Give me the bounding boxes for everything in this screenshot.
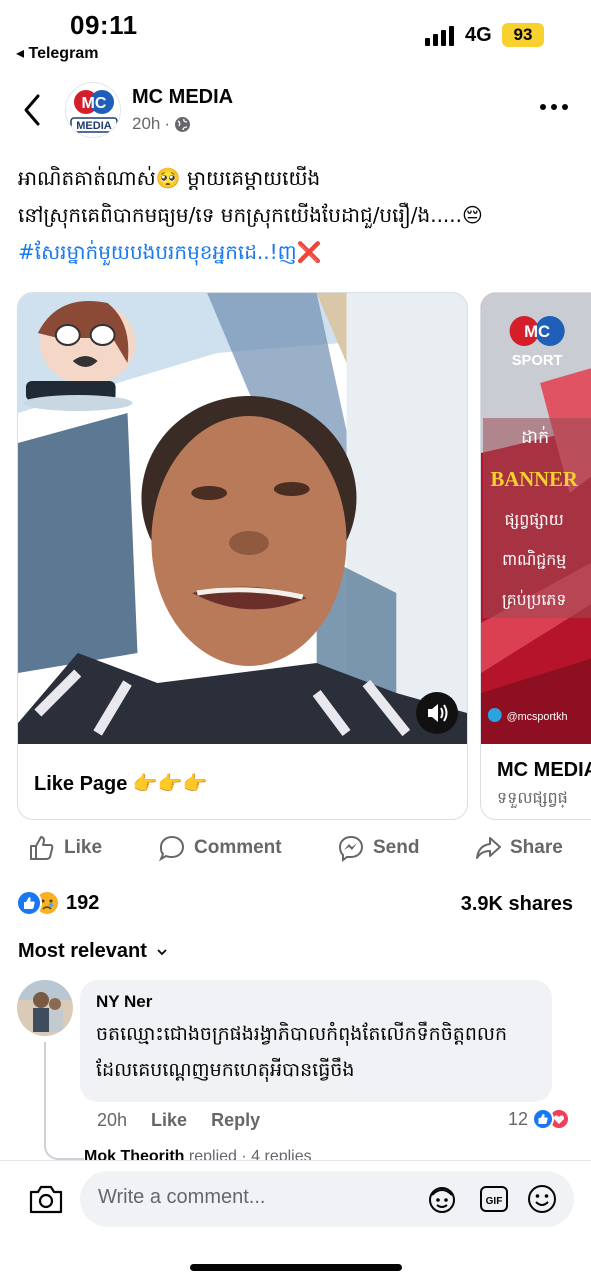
comment-input[interactable]: Write a comment... GIF: [80, 1171, 574, 1227]
status-bar: 09:11 ◂ Telegram 4G 93: [0, 0, 591, 70]
comment-meta: 20h Like Reply: [97, 1110, 260, 1131]
caption-hashtag[interactable]: #សែរម្នាក់មួយបងបរកមុខអ្នកដេ..!ញ❌: [18, 234, 578, 271]
mc-media-logo: MC MEDIA: [70, 90, 118, 133]
comment-reactions[interactable]: 12: [508, 1107, 572, 1131]
carousel-card-video[interactable]: Like Page 👉👉👉: [17, 292, 468, 820]
like-love-icons: [532, 1108, 571, 1130]
comment-placeholder: Write a comment...: [98, 1186, 266, 1208]
messenger-icon: [338, 835, 364, 862]
signal-icon: [425, 24, 457, 46]
gif-icon[interactable]: GIF: [478, 1183, 510, 1215]
reaction-icons: [16, 890, 60, 916]
ad-banner-image: MC SPORT ដាក់ BANNER ផ្សព្វផ្សាយ ពាណិជ្ជ…: [481, 293, 591, 744]
post-meta: 20h ·: [132, 114, 191, 134]
svg-text:ពាណិជ្ជកម្ម: ពាណិជ្ជកម្ម: [502, 549, 566, 569]
svg-text:គ្រប់ប្រភេទ: គ្រប់ប្រភេទ: [502, 589, 566, 609]
reaction-count: 192: [66, 891, 100, 914]
post-time: 20h: [132, 114, 161, 133]
svg-text:BANNER: BANNER: [491, 467, 579, 491]
svg-text:MEDIA: MEDIA: [76, 120, 112, 132]
svg-text:MC: MC: [524, 322, 550, 341]
comment-composer: Write a comment... GIF: [0, 1160, 591, 1280]
svg-text:@mcsportkh: @mcsportkh: [507, 711, 568, 723]
comment-text: ចតឈ្មោះជោងចក្រផងរង្វាភិបាលកំពុងតែលើកទឹកច…: [96, 1023, 508, 1081]
post-header: MC MEDIA MC MEDIA 20h ·: [0, 80, 591, 140]
commenter-avatar[interactable]: [17, 980, 73, 1036]
post-caption: អាណិតគាត់ណាស់🥺 ម្ដាយគេម្ដាយយើង នៅស្រុកគេ…: [18, 160, 578, 271]
clock: 09:11: [70, 10, 138, 40]
ad-card-subtitle: ទទួលផ្សព្វផ្: [497, 788, 568, 807]
svg-text:GIF: GIF: [486, 1196, 503, 1207]
comment-author[interactable]: NY Ner: [96, 992, 536, 1012]
volume-button[interactable]: [416, 692, 458, 734]
send-button[interactable]: Send: [337, 828, 419, 868]
svg-text:MC: MC: [82, 95, 107, 112]
svg-text:SPORT: SPORT: [512, 353, 563, 369]
comment-reply-button[interactable]: Reply: [211, 1110, 260, 1131]
share-icon: [476, 837, 501, 859]
card-label: Like Page 👉👉👉: [34, 773, 208, 795]
emoji-icon[interactable]: [526, 1183, 558, 1215]
page-avatar[interactable]: MC MEDIA: [65, 82, 121, 138]
share-button[interactable]: Share: [474, 828, 563, 868]
svg-text:ផ្សព្វផ្សាយ: ផ្សព្វផ្សាយ: [505, 510, 564, 529]
comment-button[interactable]: Comment: [158, 828, 282, 868]
like-button[interactable]: Like: [28, 828, 102, 868]
thread-line: [44, 1042, 84, 1160]
share-count[interactable]: 3.9K shares: [461, 893, 573, 916]
globe-icon: [175, 116, 191, 132]
back-to-telegram-link[interactable]: ◂ Telegram: [16, 43, 98, 63]
carousel-card-ad[interactable]: MC SPORT ដាក់ BANNER ផ្សព្វផ្សាយ ពាណិជ្ជ…: [480, 292, 591, 820]
video-thumbnail[interactable]: [18, 293, 467, 744]
ad-card-title: MC MEDIA: [497, 759, 591, 781]
comment-icon: [158, 835, 185, 862]
reaction-summary[interactable]: 192: [16, 890, 99, 916]
page-name[interactable]: MC MEDIA: [132, 86, 233, 109]
more-options-icon[interactable]: [540, 104, 570, 112]
chevron-down-icon: [157, 948, 167, 955]
comment-time: 20h: [97, 1110, 128, 1130]
network-type: 4G: [465, 24, 492, 46]
caption-line: នៅស្រុកគេពិបាកមធ្យម/ទេ មកស្រុកយើងបែដាជួ/…: [18, 203, 483, 227]
back-chevron-icon[interactable]: [22, 92, 42, 128]
comment-bubble[interactable]: NY Ner ចតឈ្មោះជោងចក្រផងរង្វាភិបាលកំពុងតែ…: [80, 980, 552, 1102]
camera-icon[interactable]: [28, 1183, 64, 1215]
avatar-photo: [17, 980, 73, 1036]
comment-like-button[interactable]: Like: [151, 1110, 187, 1131]
thumbs-up-icon: [30, 836, 54, 860]
avatar-sticker-icon[interactable]: [426, 1183, 458, 1215]
svg-text:ដាក់: ដាក់: [521, 426, 549, 448]
battery-icon: 93: [502, 23, 544, 47]
comment-sort-dropdown[interactable]: Most relevant: [18, 940, 167, 963]
post-action-bar: Like Comment Send Share: [0, 828, 591, 868]
speaker-icon: [428, 704, 448, 722]
home-indicator: [190, 1264, 402, 1271]
comment-reaction-count: 12: [508, 1108, 529, 1129]
caption-line: អាណិតគាត់ណាស់🥺 ម្ដាយគេម្ដាយយើង: [18, 166, 321, 190]
